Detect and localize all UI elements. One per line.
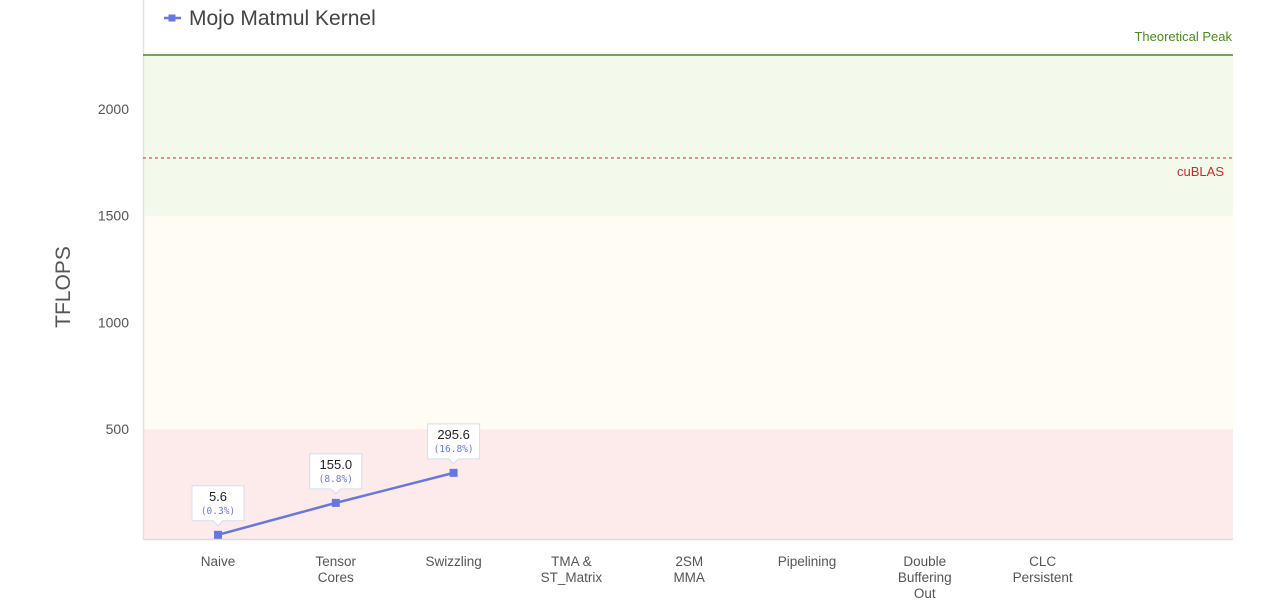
- ref-label-cublas: cuBLAS: [1177, 164, 1224, 179]
- legend[interactable]: Mojo Matmul Kernel: [164, 7, 376, 30]
- x-category-label: Swizzling: [425, 554, 481, 569]
- x-category-label: Double Buffering Out: [898, 554, 952, 601]
- y-tick-label: 1000: [98, 314, 129, 330]
- data-label-value: 155.0: [320, 457, 353, 472]
- x-category-labels: Naive Tensor Cores Swizzling TMA & ST_Matrix 2…: [201, 554, 1073, 601]
- ref-label-theoretical-peak: Theoretical Peak: [1134, 29, 1232, 44]
- data-point[interactable]: [449, 468, 458, 477]
- y-tick-labels: 500 1000 1500 2000: [98, 101, 129, 437]
- data-label-value: 5.6: [209, 489, 227, 504]
- tflops-line-chart: Theoretical Peak cuBLAS 500 1000 1500 2000 N…: [52, 0, 1233, 601]
- y-tick-label: 1500: [98, 208, 129, 224]
- data-label-box: 5.6 (0.3%): [191, 485, 245, 527]
- x-category-label: Naive: [201, 554, 236, 569]
- data-label-box: 295.6 (16.8%): [427, 423, 481, 465]
- band-2: [143, 55, 1233, 216]
- band-0: [143, 429, 1233, 539]
- data-label-box: 155.0 (8.8%): [309, 453, 363, 495]
- legend-label: Mojo Matmul Kernel: [189, 7, 376, 30]
- x-category-label: CLC Persistent: [1013, 554, 1073, 585]
- data-label-percent: (16.8%): [434, 444, 474, 455]
- x-category-label: 2SM MMA: [673, 554, 705, 585]
- data-label-percent: (8.8%): [319, 474, 353, 485]
- legend-marker-swatch: [168, 14, 176, 22]
- data-label-value: 295.6: [437, 427, 470, 442]
- y-tick-label: 500: [106, 421, 130, 437]
- x-category-label: TMA & ST_Matrix: [541, 554, 603, 585]
- background-bands: [143, 55, 1233, 539]
- band-1: [143, 215, 1233, 430]
- data-label-percent: (0.3%): [201, 506, 235, 517]
- y-tick-label: 2000: [98, 101, 129, 117]
- data-point[interactable]: [331, 498, 340, 507]
- y-axis-title: TFLOPS: [52, 246, 75, 328]
- x-category-label: Tensor Cores: [316, 554, 357, 585]
- x-category-label: Pipelining: [778, 554, 837, 569]
- data-point[interactable]: [214, 530, 222, 539]
